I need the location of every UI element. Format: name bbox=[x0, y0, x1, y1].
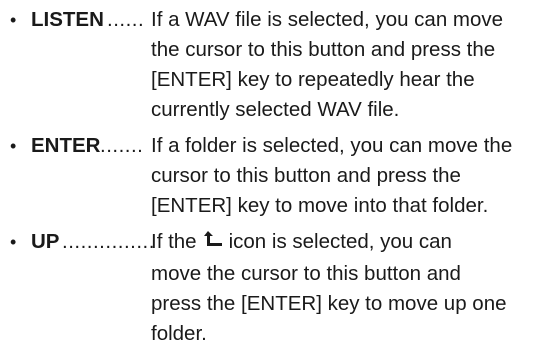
list-item-up: • UP ............... If the icon is selec… bbox=[0, 227, 542, 349]
description-text: If the bbox=[151, 230, 197, 253]
definition-list: • LISTEN ...... If a WAV file is selecte… bbox=[0, 0, 542, 349]
list-item-enter: • ENTER ....... If a folder is selected,… bbox=[0, 131, 542, 221]
leader-dots: ............... bbox=[62, 230, 155, 253]
term-listen: LISTEN bbox=[31, 8, 104, 31]
leader-dots: ....... bbox=[100, 134, 144, 157]
bullet: • bbox=[10, 232, 17, 252]
description-line: [ENTER] key to move into that folder. bbox=[151, 194, 489, 217]
bullet: • bbox=[10, 10, 17, 30]
description-line: move the cursor to this button and bbox=[151, 262, 461, 285]
description-enter: If a folder is selected, you can move th… bbox=[151, 131, 539, 221]
description-line: [ENTER] key to repeatedly hear the bbox=[151, 68, 475, 91]
up-folder-arrow-icon bbox=[203, 229, 223, 259]
bullet: • bbox=[10, 136, 17, 156]
description-listen: If a WAV file is selected, you can move … bbox=[151, 5, 539, 125]
description-line: If a folder is selected, you can move th… bbox=[151, 134, 513, 157]
description-line: If a WAV file is selected, you can move bbox=[151, 8, 504, 31]
leader-dots: ...... bbox=[107, 8, 145, 31]
description-line: cursor to this button and press the bbox=[151, 164, 461, 187]
description-line: the cursor to this button and press the bbox=[151, 38, 496, 61]
description-line: press the [ENTER] key to move up one bbox=[151, 292, 507, 315]
description-line: If the icon is selected, you can bbox=[151, 230, 452, 253]
term-enter: ENTER bbox=[31, 134, 101, 157]
list-item-listen: • LISTEN ...... If a WAV file is selecte… bbox=[0, 5, 542, 125]
description-line: currently selected WAV file. bbox=[151, 98, 400, 121]
description-up: If the icon is selected, you can move the… bbox=[151, 227, 539, 349]
description-line: folder. bbox=[151, 322, 207, 345]
term-up: UP bbox=[31, 230, 60, 253]
description-text: icon is selected, you can bbox=[228, 230, 452, 253]
